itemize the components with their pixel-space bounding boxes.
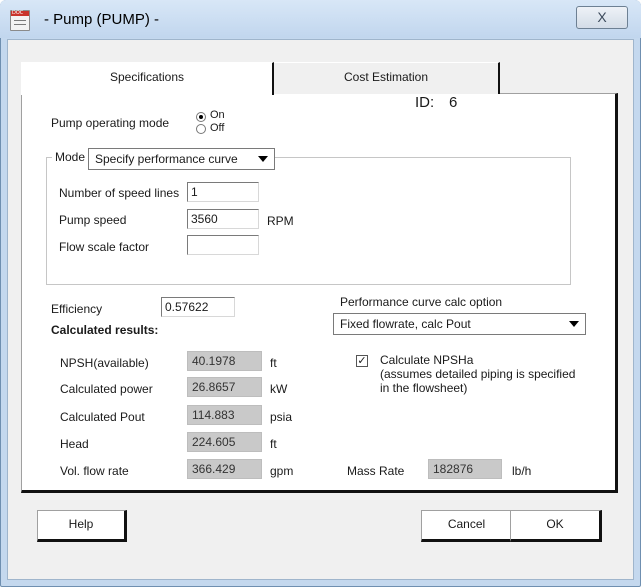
tab-cost-estimation[interactable]: Cost Estimation <box>274 62 500 94</box>
mode-dropdown[interactable]: Specify performance curve <box>88 148 275 170</box>
document-icon: DOC <box>10 10 30 31</box>
window-title: - Pump (PUMP) - <box>44 11 160 28</box>
flow-scale-input[interactable] <box>187 235 259 255</box>
check-icon: ✓ <box>357 354 367 367</box>
efficiency-input[interactable]: 0.57622 <box>161 297 235 317</box>
radio-on[interactable] <box>196 112 206 122</box>
pump-speed-label: Pump speed <box>59 213 127 227</box>
radio-off-label: Off <box>210 122 225 134</box>
npsha-label: Calculate NPSHa <box>380 353 474 367</box>
ok-button[interactable]: OK <box>510 510 602 542</box>
speed-lines-input[interactable]: 1 <box>187 182 259 202</box>
calc-option-dropdown[interactable]: Fixed flowrate, calc Pout <box>333 313 586 335</box>
power-value: 26.8657 <box>187 377 262 397</box>
npsh-value: 40.1978 <box>187 351 262 371</box>
mass-rate-label: Mass Rate <box>347 464 405 478</box>
speed-lines-label: Number of speed lines <box>59 186 180 200</box>
chevron-down-icon <box>258 156 268 162</box>
efficiency-label: Efficiency <box>51 302 103 316</box>
pump-speed-input[interactable]: 3560 <box>187 209 259 229</box>
pump-speed-unit: RPM <box>267 214 294 228</box>
operating-mode-label: Pump operating mode <box>51 116 170 130</box>
tab-cost-estimation-label: Cost Estimation <box>343 70 429 84</box>
close-icon: X <box>597 9 607 25</box>
mass-rate-value: 182876 <box>428 459 502 479</box>
mode-dropdown-value: Specify performance curve <box>95 152 238 166</box>
power-label: Calculated power <box>60 382 153 396</box>
npsha-checkbox[interactable]: ✓ <box>356 355 368 367</box>
flow-rate-unit: gpm <box>270 464 294 478</box>
npsha-note-line1: (assumes detailed piping is specified <box>380 367 576 381</box>
pout-value: 114.883 <box>187 405 262 425</box>
tab-specifications[interactable]: Specifications <box>21 62 274 95</box>
head-label: Head <box>60 437 89 451</box>
pout-label: Calculated Pout <box>60 410 145 424</box>
mass-rate-unit: lb/h <box>512 464 532 478</box>
radio-off[interactable] <box>196 124 206 134</box>
tab-specifications-label: Specifications <box>109 70 185 84</box>
calc-option-label: Performance curve calc option <box>340 295 503 309</box>
head-unit: ft <box>270 437 277 451</box>
power-unit: kW <box>270 382 288 396</box>
id-value: 6 <box>449 94 458 111</box>
flow-rate-label: Vol. flow rate <box>60 464 129 478</box>
flow-scale-label: Flow scale factor <box>59 240 150 254</box>
head-value: 224.605 <box>187 432 262 452</box>
radio-on-label: On <box>210 109 225 121</box>
npsha-note-line2: in the flowsheet) <box>380 381 468 395</box>
flow-rate-value: 366.429 <box>187 459 262 479</box>
cancel-button[interactable]: Cancel <box>421 510 514 542</box>
pout-unit: psia <box>270 410 293 424</box>
npsh-label: NPSH(available) <box>60 356 149 370</box>
npsh-unit: ft <box>270 356 277 370</box>
chevron-down-icon <box>569 321 579 327</box>
close-button[interactable]: X <box>576 6 628 29</box>
calc-option-value: Fixed flowrate, calc Pout <box>340 317 471 331</box>
results-heading: Calculated results: <box>51 323 159 337</box>
id-label: ID: <box>415 94 435 111</box>
mode-label: Mode <box>52 150 89 164</box>
help-button[interactable]: Help <box>37 510 127 542</box>
